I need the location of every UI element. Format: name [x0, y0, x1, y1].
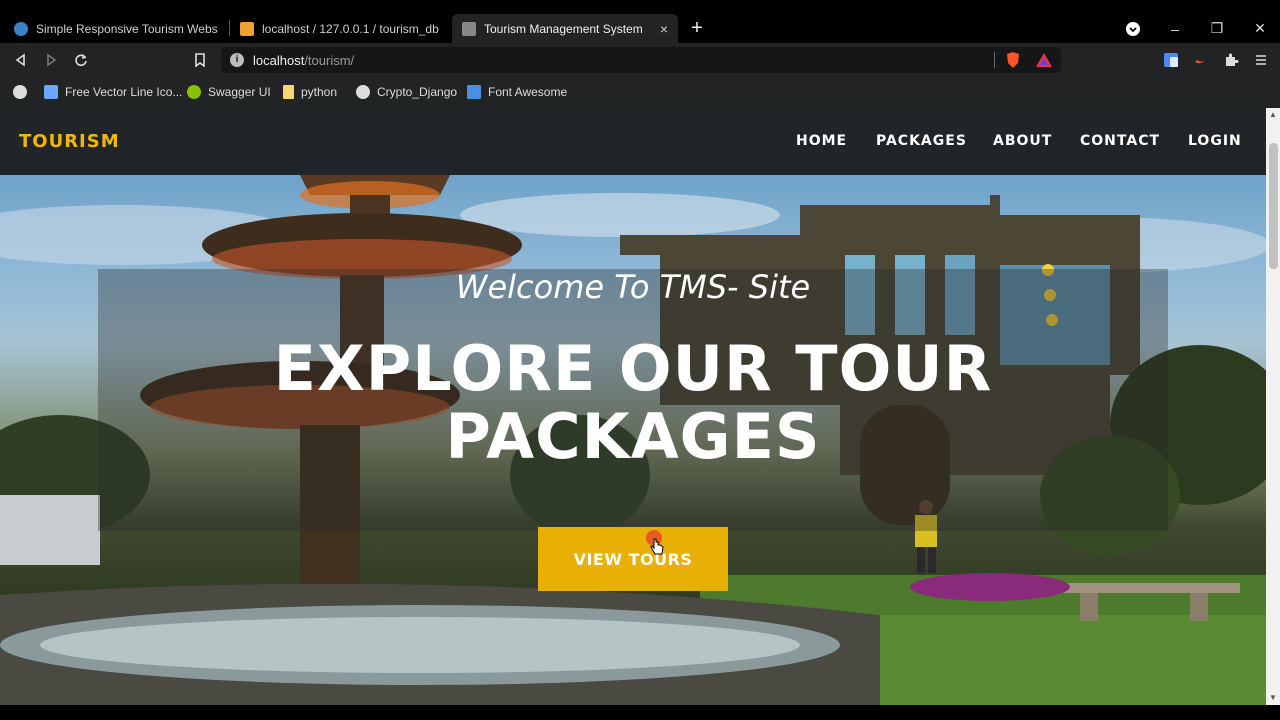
menu-icon[interactable]: [1252, 51, 1270, 69]
extensions-puzzle-icon[interactable]: [1222, 51, 1240, 69]
globe-icon: [356, 85, 370, 99]
tab-simple-responsive[interactable]: Simple Responsive Tourism Website us: [4, 14, 228, 43]
apps-globe-icon: [13, 85, 27, 99]
bookmark-icon[interactable]: [190, 50, 210, 70]
hero-headline: EXPLORE OUR TOUR PACKAGES: [200, 335, 1066, 471]
bookmark-label: python: [301, 85, 338, 99]
bookmark-free-vector[interactable]: Free Vector Line Ico...: [44, 83, 182, 101]
page-favicon-icon: [462, 21, 476, 36]
bookmark-python[interactable]: python: [283, 83, 337, 101]
close-window-button[interactable]: ✕: [1240, 14, 1280, 43]
bookmark-swagger[interactable]: Swagger UI: [187, 83, 271, 101]
translate-extension-icon[interactable]: [1162, 51, 1180, 69]
tab-search-icon[interactable]: [1113, 14, 1153, 43]
brave-rewards-icon[interactable]: [1035, 51, 1053, 69]
page-viewport: TOURISM HOME PACKAGES ABOUT CONTACT LOGI…: [0, 108, 1266, 705]
bookmark-label: Swagger UI: [208, 85, 271, 99]
hero-welcome-text: Welcome To TMS- Site: [455, 268, 811, 306]
tab-phpmyadmin[interactable]: localhost / 127.0.0.1 / tourism_db | php: [230, 14, 452, 43]
url-text[interactable]: localhost/tourism/: [253, 53, 354, 68]
globe-favicon-icon: [14, 21, 28, 36]
site-navbar: TOURISM HOME PACKAGES ABOUT CONTACT LOGI…: [0, 108, 1266, 175]
nav-about[interactable]: ABOUT: [993, 133, 1052, 149]
back-icon[interactable]: [11, 50, 31, 70]
hand-cursor-icon: [650, 538, 664, 561]
tab-title: localhost / 127.0.0.1 / tourism_db | php: [262, 21, 442, 36]
diamond-icon: [44, 85, 58, 99]
swagger-icon: [187, 85, 201, 99]
bookmark-label: Crypto_Django: [377, 85, 458, 99]
url-host: localhost: [253, 53, 305, 68]
brave-shield-icon[interactable]: [1004, 51, 1022, 69]
view-tours-button[interactable]: VIEW TOURS: [538, 527, 728, 591]
forward-icon[interactable]: [41, 50, 61, 70]
hero-section: Welcome To TMS- Site EXPLORE OUR TOUR PA…: [0, 175, 1266, 705]
nav-contact[interactable]: CONTACT: [1080, 133, 1160, 149]
tab-title: Simple Responsive Tourism Website us: [36, 21, 218, 36]
bookmark-label: Free Vector Line Ico...: [65, 85, 183, 99]
site-brand[interactable]: TOURISM: [19, 131, 120, 152]
tab-close-icon[interactable]: ×: [660, 21, 668, 37]
bookmark-font-awesome[interactable]: Font Awesome: [467, 83, 567, 101]
new-tab-button[interactable]: +: [686, 16, 708, 40]
window-bottom-edge: [0, 705, 1280, 720]
scroll-down-icon[interactable]: ▼: [1266, 691, 1280, 705]
nav-login[interactable]: LOGIN: [1188, 133, 1242, 149]
swift-extension-icon[interactable]: [1192, 51, 1210, 69]
scroll-up-icon[interactable]: ▲: [1266, 108, 1280, 122]
hero-headline-line1: EXPLORE OUR TOUR: [273, 332, 993, 405]
bookmark-label: Font Awesome: [488, 85, 568, 99]
address-divider: [994, 52, 995, 68]
nav-packages[interactable]: PACKAGES: [876, 133, 967, 149]
reload-icon[interactable]: [71, 50, 91, 70]
tab-tourism-management[interactable]: Tourism Management System ×: [452, 14, 678, 43]
minimize-button[interactable]: –: [1155, 14, 1195, 43]
bookmark-crypto-django[interactable]: Crypto_Django: [356, 83, 457, 101]
scrollbar-thumb[interactable]: [1269, 143, 1278, 269]
hero-headline-line2: PACKAGES: [445, 400, 821, 473]
folder-icon: [283, 85, 294, 99]
nav-home[interactable]: HOME: [796, 133, 847, 149]
restore-button[interactable]: ❐: [1197, 14, 1237, 43]
phpmyadmin-favicon-icon: [240, 21, 254, 36]
url-path: /tourism/: [304, 53, 355, 68]
bookmark-apps[interactable]: [13, 83, 34, 101]
flag-icon: [467, 85, 481, 99]
tab-title: Tourism Management System: [484, 21, 643, 36]
site-info-icon[interactable]: i: [230, 53, 244, 67]
